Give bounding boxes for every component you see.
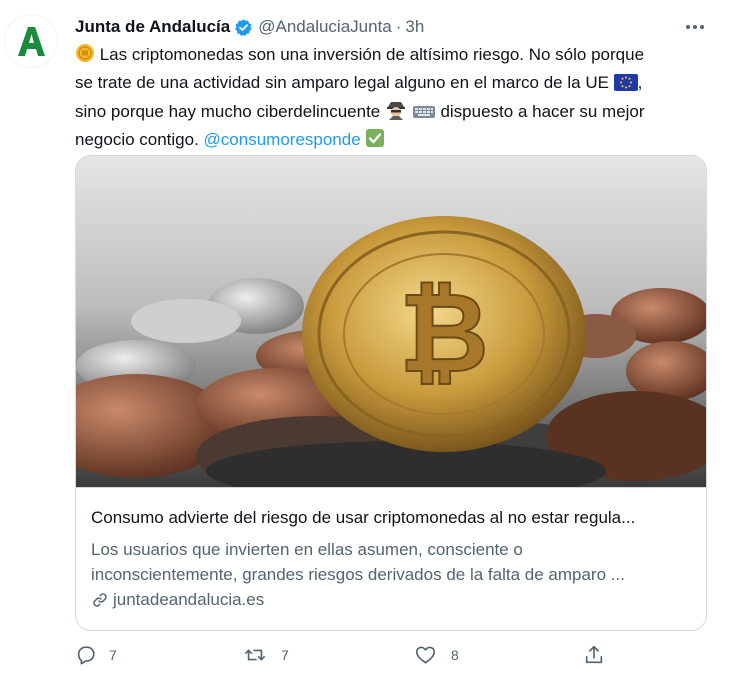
tweet-line-4-text: negocio contigo. — [75, 130, 204, 149]
junta-logo-icon — [18, 27, 45, 56]
link-icon — [91, 591, 109, 609]
card-domain[interactable]: juntadeandalucia.es — [91, 590, 264, 610]
retweet-icon — [245, 649, 265, 661]
more-options-button[interactable] — [682, 14, 708, 40]
retweet-button[interactable]: 7 — [243, 644, 289, 666]
tweet-header: Junta de Andalucía @AndaluciaJunta · 3h — [75, 16, 424, 38]
like-count: 8 — [451, 647, 459, 663]
share-button[interactable] — [583, 644, 605, 666]
tweet-text: Las criptomonedas son una inversión de a… — [75, 42, 715, 155]
card-description: Los usuarios que invierten en ellas asum… — [91, 537, 696, 587]
like-icon — [415, 646, 436, 664]
tweet-line-4: negocio contigo. @consumoresponde — [75, 127, 715, 155]
author-handle[interactable]: @AndaluciaJunta — [258, 17, 392, 37]
verified-badge-icon — [234, 18, 253, 37]
tweet-line-2: se trate de una actividad sin amparo leg… — [75, 70, 715, 98]
eu-flag-emoji — [613, 73, 638, 98]
reply-count: 7 — [109, 647, 117, 663]
tweet-line-2-comma: , — [637, 73, 643, 92]
tweet-actions: 7 7 8 — [75, 644, 615, 670]
reply-icon — [77, 646, 95, 665]
link-preview-card[interactable]: ₿ Consumo advierte del riesgo de usar cr… — [75, 155, 707, 631]
tweet-line-1: Las criptomonedas son una inversión de a… — [75, 42, 715, 70]
tweet-line-3-tail: dispuesto a hacer su mejor — [435, 102, 645, 121]
bitcoin-coins-image: ₿ — [76, 156, 706, 501]
tweet-line-1-text: Las criptomonedas son una inversión de a… — [95, 45, 645, 64]
avatar[interactable] — [4, 14, 58, 68]
keyboard-emoji — [412, 102, 436, 127]
separator-dot: · — [395, 17, 402, 36]
check-mark-emoji — [365, 128, 385, 155]
tweet[interactable]: Junta de Andalucía @AndaluciaJunta · 3h … — [0, 0, 731, 688]
tweet-line-3: sino porque hay mucho ciberdelincuente d… — [75, 98, 715, 127]
retweet-count: 7 — [281, 647, 289, 663]
detective-emoji — [385, 98, 407, 127]
mention-link[interactable]: @consumoresponde — [204, 130, 361, 149]
tweet-time[interactable]: 3h — [405, 17, 424, 37]
more-dots-icon — [686, 25, 704, 29]
coin-emoji — [75, 43, 95, 70]
reply-button[interactable]: 7 — [75, 644, 117, 666]
like-button[interactable]: 8 — [414, 644, 459, 666]
svg-text:₿: ₿ — [399, 272, 489, 395]
tweet-line-3-text: sino porque hay mucho ciberdelincuente — [75, 102, 385, 121]
card-description-line-1: Los usuarios que invierten en ellas asum… — [91, 540, 523, 559]
author-name[interactable]: Junta de Andalucía — [75, 17, 230, 37]
share-icon — [585, 645, 603, 664]
tweet-line-2-text: se trate de una actividad sin amparo leg… — [75, 73, 614, 92]
card-domain-text: juntadeandalucia.es — [113, 590, 265, 609]
card-image[interactable]: ₿ — [76, 156, 706, 501]
card-title[interactable]: Consumo advierte del riesgo de usar crip… — [91, 508, 635, 528]
card-description-line-2: inconscientemente, grandes riesgos deriv… — [91, 565, 625, 584]
